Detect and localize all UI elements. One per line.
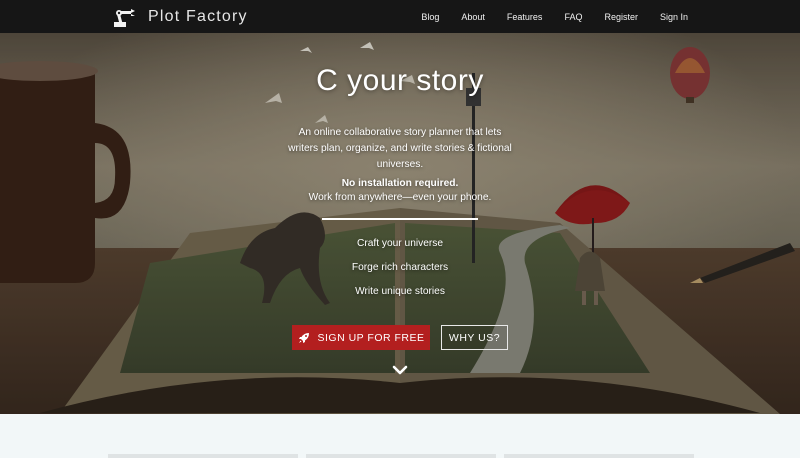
- lower-section: [0, 414, 800, 458]
- sign-up-button-label: SIGN UP FOR FREE: [317, 331, 425, 344]
- hero-description: An online collaborative story planner th…: [288, 127, 512, 170]
- hero-section: C your story An online collaborative sto…: [0, 33, 800, 414]
- no-installation-note: No installation required.: [341, 178, 459, 189]
- brand-name: Plot Factory: [148, 7, 248, 25]
- brand-home-link[interactable]: Plot Factory: [112, 4, 248, 29]
- card-placeholder: [306, 454, 496, 458]
- nav-link-blog[interactable]: Blog: [421, 12, 439, 22]
- nav-link-sign-in[interactable]: Sign In: [660, 12, 688, 22]
- work-anywhere-note: Work from anywhere—even your phone.: [308, 192, 492, 203]
- hero-divider: [322, 218, 478, 220]
- sign-up-button[interactable]: SIGN UP FOR FREE: [292, 325, 430, 350]
- nav-link-features[interactable]: Features: [507, 12, 543, 22]
- why-us-button-label: WHY US?: [448, 331, 501, 344]
- chevron-down-icon[interactable]: [392, 364, 408, 376]
- nav-link-faq[interactable]: FAQ: [564, 12, 582, 22]
- robot-arm-logo-icon: [114, 8, 135, 27]
- main-nav: Blog About Features FAQ Register Sign In: [399, 0, 688, 33]
- nav-link-about[interactable]: About: [461, 12, 485, 22]
- hero-headline: C your story: [316, 64, 484, 97]
- feature-item-craft-universe: Craft your universe: [356, 238, 444, 249]
- why-us-button[interactable]: WHY US?: [441, 325, 508, 350]
- nav-link-register[interactable]: Register: [604, 12, 638, 22]
- rocket-icon: [298, 332, 309, 343]
- top-navbar: Plot Factory Blog About Features FAQ Reg…: [0, 0, 800, 33]
- card-placeholder: [504, 454, 694, 458]
- feature-item-write-stories: Write unique stories: [355, 286, 445, 297]
- hero-content: C your story An online collaborative sto…: [0, 33, 800, 414]
- card-placeholder: [108, 454, 298, 458]
- feature-item-forge-characters: Forge rich characters: [351, 262, 449, 273]
